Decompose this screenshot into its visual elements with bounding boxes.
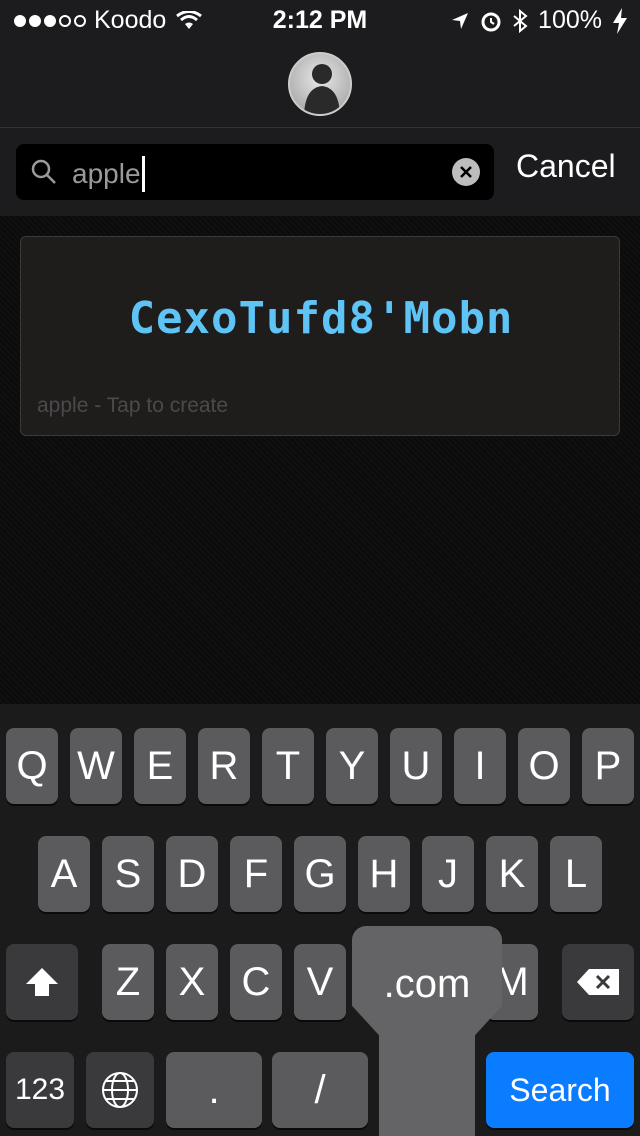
key-k[interactable]: K [486,836,538,912]
close-icon [460,166,472,178]
generated-password: CexoTufd8'Mobn [128,293,514,344]
globe-icon [102,1072,138,1108]
globe-key[interactable] [86,1052,154,1128]
backspace-icon [577,969,619,995]
shift-key[interactable] [6,944,78,1020]
key-y[interactable]: Y [326,728,378,804]
key-g[interactable]: G [294,836,346,912]
key-j[interactable]: J [422,836,474,912]
key-i[interactable]: I [454,728,506,804]
search-query: apple [72,158,141,189]
key-h[interactable]: H [358,836,410,912]
key-s[interactable]: S [102,836,154,912]
search-input[interactable]: apple [16,144,494,200]
card-hint: apple - Tap to create [37,394,229,417]
text-caret [141,156,145,192]
clear-search-button[interactable] [452,158,480,186]
shift-arrow-icon [26,968,58,996]
person-silhouette-icon [304,64,340,114]
bluetooth-icon [513,8,528,33]
key-v[interactable]: V [294,944,346,1020]
slash-key[interactable]: / [272,1052,368,1128]
alarm-icon [481,12,501,31]
avatar[interactable] [288,52,352,116]
dotcom-key-popup-label[interactable]: .com [352,962,502,1007]
numbers-key[interactable]: 123 [6,1052,74,1128]
key-f[interactable]: F [230,836,282,912]
backspace-key[interactable] [562,944,634,1020]
key-z[interactable]: Z [102,944,154,1020]
period-key[interactable]: . [166,1052,262,1128]
key-r[interactable]: R [198,728,250,804]
status-right: 100% [450,6,628,35]
results-area: CexoTufd8'Mobn apple - Tap to create [0,216,640,704]
key-o[interactable]: O [518,728,570,804]
search-icon [31,159,56,184]
key-x[interactable]: X [166,944,218,1020]
charging-bolt-icon [613,7,627,34]
key-l[interactable]: L [550,836,602,912]
location-arrow-icon [452,12,469,29]
search-bar: apple Cancel [0,128,640,216]
key-t[interactable]: T [262,728,314,804]
battery-percentage: 100% [538,6,602,34]
cancel-button[interactable]: Cancel [516,148,616,185]
key-p[interactable]: P [582,728,634,804]
key-w[interactable]: W [70,728,122,804]
key-u[interactable]: U [390,728,442,804]
search-key[interactable]: Search [486,1052,634,1128]
key-e[interactable]: E [134,728,186,804]
key-a[interactable]: A [38,836,90,912]
status-bar: Koodo 2:12 PM 100% [0,0,640,40]
generated-password-card[interactable]: CexoTufd8'Mobn apple - Tap to create [20,236,620,436]
search-query-text: apple [72,156,145,192]
header [0,40,640,128]
key-d[interactable]: D [166,836,218,912]
key-q[interactable]: Q [6,728,58,804]
key-c[interactable]: C [230,944,282,1020]
